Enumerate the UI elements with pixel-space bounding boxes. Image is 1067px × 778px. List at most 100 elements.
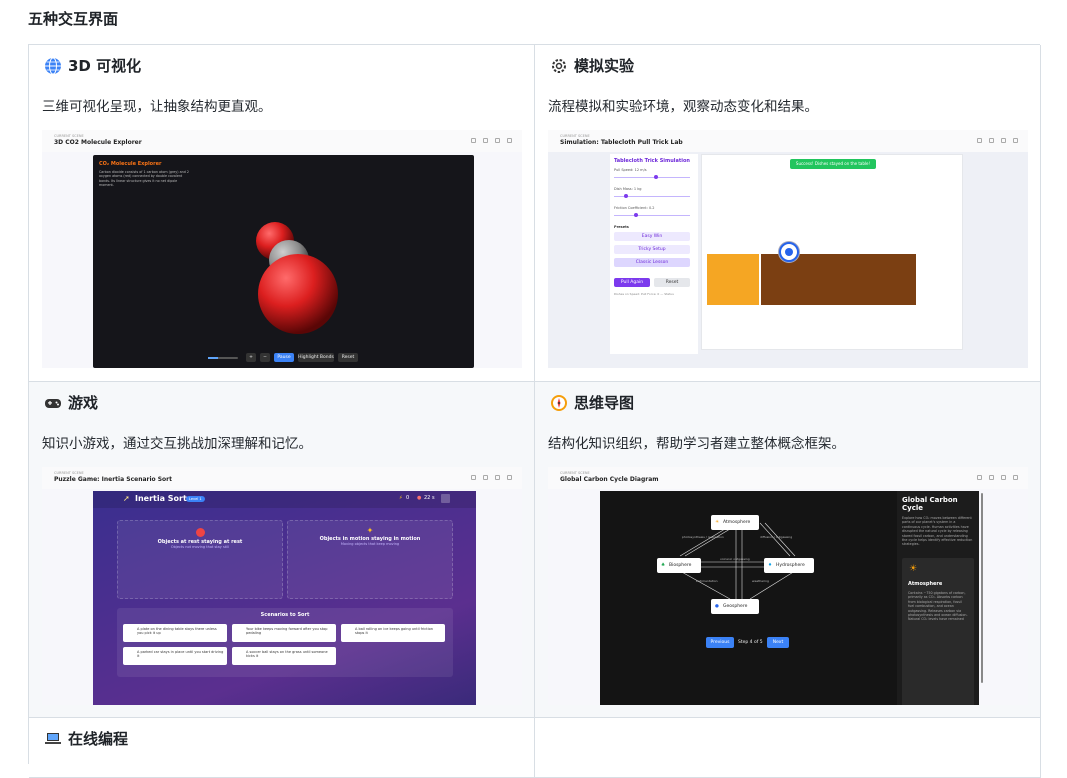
share-icon[interactable] — [495, 475, 500, 480]
runner-icon: ✦ — [366, 526, 374, 535]
co2-molecule — [256, 222, 338, 334]
card-title: Atmosphere — [908, 581, 943, 587]
timer-icon: ● — [417, 495, 422, 501]
reset-button[interactable]: Reset — [338, 353, 358, 362]
pull-again-button[interactable]: Pull Again — [614, 278, 650, 287]
zoom-in-button[interactable]: + — [246, 353, 256, 362]
sun-icon: ☀ — [909, 564, 918, 574]
node-label: Biosphere — [669, 563, 692, 568]
next-button[interactable]: Next — [767, 637, 789, 648]
edge-label: photosynthesis / respiration — [682, 535, 724, 539]
scene-header: CURRENT SCENE Simulation: Tablecloth Pul… — [548, 130, 1028, 152]
save-icon[interactable] — [483, 138, 488, 143]
scene-subtitle: CURRENT SCENE — [560, 134, 590, 138]
stone-icon — [195, 528, 205, 537]
node-geosphere[interactable]: ● Geosphere — [711, 599, 759, 614]
oxygen-atom — [258, 254, 338, 334]
menu-button[interactable] — [441, 494, 450, 503]
close-icon[interactable] — [507, 138, 512, 143]
cell-title-row: 模拟实验 — [550, 55, 634, 76]
friction-slider[interactable] — [614, 213, 690, 217]
slider-label: Dish Mass: 1 kg — [614, 187, 642, 191]
node-hydrosphere[interactable]: ♦ Hydrosphere — [764, 558, 814, 573]
previous-button[interactable]: Previous — [706, 637, 734, 648]
preset-easy-win[interactable]: Easy Win — [614, 232, 690, 241]
cell-3d-visualization: 3D 可视化 三维可视化呈现，让抽象结构更直观。 CURRENT SCENE 3… — [29, 45, 535, 382]
dish-mass-slider[interactable] — [614, 194, 690, 198]
game-header: ➚ Inertia Sort Level 1 ⚡ 0 ● 22 s — [93, 491, 476, 508]
cell-description: 流程模拟和实验环境，观察动态变化和结果。 — [548, 99, 818, 115]
edge-label: volcanic outgassing — [720, 557, 750, 561]
cell-title-row: 3D 可视化 — [44, 55, 141, 76]
detail-card: ☀ Atmosphere Contains ~750 gigatons of c… — [902, 558, 974, 705]
screenshot-tablecloth-lab: CURRENT SCENE Simulation: Tablecloth Pul… — [548, 130, 1028, 368]
zoom-slider[interactable] — [208, 357, 238, 359]
preset-tricky-setup[interactable]: Tricky Setup — [614, 245, 690, 254]
zoom-out-button[interactable]: − — [260, 353, 270, 362]
drop-zone-motion[interactable]: ✦ Objects in motion staying in motion Mo… — [287, 520, 453, 599]
scrollbar[interactable] — [981, 493, 983, 683]
cell-title: 模拟实验 — [574, 57, 635, 75]
scene-subtitle: CURRENT SCENE — [54, 471, 84, 475]
pause-button[interactable]: Pause — [274, 353, 294, 362]
molecule-viewport[interactable]: CO₂ Molecule Explorer Carbon dioxide con… — [93, 155, 474, 368]
scene-name: Global Carbon Cycle Diagram — [560, 476, 659, 483]
scenario-card[interactable]: Your bike keeps moving forward after you… — [232, 624, 336, 642]
scenario-card[interactable]: A ball rolling on ice keeps going until … — [341, 624, 445, 642]
save-icon[interactable] — [483, 475, 488, 480]
fullscreen-icon[interactable] — [471, 138, 476, 143]
scenario-card[interactable]: A plate on the dining table stays there … — [123, 624, 227, 642]
scene-name: Puzzle Game: Inertia Scenario Sort — [54, 476, 173, 483]
laptop-icon — [44, 730, 62, 748]
scene-subtitle: CURRENT SCENE — [560, 471, 590, 475]
scene-header: CURRENT SCENE Puzzle Game: Inertia Scena… — [42, 467, 522, 489]
success-toast: Success! Dishes stayed on the table! — [790, 159, 876, 169]
close-icon[interactable] — [507, 475, 512, 480]
pull-speed-slider[interactable] — [614, 175, 690, 179]
scenario-card[interactable]: A soccer ball stays on the grass until s… — [232, 647, 336, 665]
presets-label: Presets — [614, 225, 629, 229]
edge-label: diffusion / outgassing — [760, 535, 793, 539]
game-board: ➚ Inertia Sort Level 1 ⚡ 0 ● 22 s Object… — [93, 491, 476, 705]
preset-classic-lesson[interactable]: Classic Lesson — [614, 258, 690, 267]
highlight-bonds-button[interactable]: Highlight Bonds — [298, 353, 334, 362]
scene-subtitle: CURRENT SCENE — [54, 134, 84, 138]
fullscreen-icon[interactable] — [977, 138, 982, 143]
node-label: Hydrosphere — [776, 563, 805, 568]
dish — [779, 242, 799, 262]
edge-label: sedimentation — [696, 579, 718, 583]
cell-game: 游戏 知识小游戏，通过交互挑战加深理解和记忆。 CURRENT SCENE Pu… — [29, 382, 535, 718]
close-icon[interactable] — [1013, 138, 1018, 143]
close-icon[interactable] — [1013, 475, 1018, 480]
node-atmosphere[interactable]: ☀ Atmosphere — [711, 515, 759, 530]
scene-name: Simulation: Tablecloth Pull Trick Lab — [560, 139, 683, 146]
reset-button[interactable]: Reset — [654, 278, 690, 287]
zone-subtitle: Objects not moving that stay still — [170, 545, 230, 549]
save-icon[interactable] — [989, 138, 994, 143]
game-title: Inertia Sort — [135, 494, 187, 503]
node-biosphere[interactable]: ♣ Biosphere — [657, 558, 701, 573]
fullscreen-icon[interactable] — [471, 475, 476, 480]
table-block — [761, 254, 916, 305]
fullscreen-icon[interactable] — [977, 475, 982, 480]
plant-icon: ♣ — [661, 563, 666, 568]
drop-zone-rest[interactable]: Objects at rest staying at rest Objects … — [117, 520, 283, 599]
sidebar-title: Global Carbon Cycle — [902, 496, 958, 512]
share-icon[interactable] — [1001, 475, 1006, 480]
share-icon[interactable] — [495, 138, 500, 143]
rocket-icon: ➚ — [123, 494, 130, 503]
gamepad-icon — [44, 394, 62, 412]
cell-title: 游戏 — [68, 394, 99, 412]
cell-description: 三维可视化呈现，让抽象结构更直观。 — [42, 99, 272, 115]
globe-icon — [44, 57, 62, 75]
cell-title-row: 思维导图 — [550, 392, 634, 413]
save-icon[interactable] — [989, 475, 994, 480]
edge-label: weathering — [752, 579, 769, 583]
diagram-canvas[interactable]: photosynthesis / respiration diffusion /… — [600, 491, 897, 705]
control-panel: Tablecloth Trick Simulation Pull Speed: … — [610, 154, 698, 354]
score-value: 0 — [406, 495, 410, 501]
share-icon[interactable] — [1001, 138, 1006, 143]
status-footer: Dishes on Speed: Pull Force: 0 — Status — [614, 292, 674, 296]
scenario-card[interactable]: A parked car stays in place until you st… — [123, 647, 227, 665]
simulation-canvas[interactable]: Success! Dishes stayed on the table! — [701, 154, 963, 350]
